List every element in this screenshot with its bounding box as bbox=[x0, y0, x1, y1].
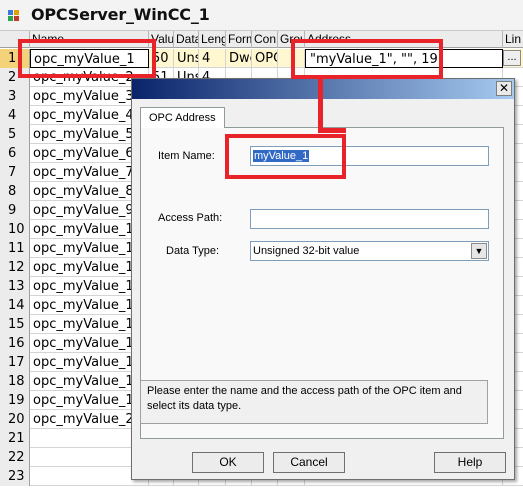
row-number[interactable]: 6 bbox=[0, 144, 30, 163]
header-corner bbox=[0, 31, 30, 48]
data-type-select[interactable]: Unsigned 32-bit value ▼ bbox=[250, 241, 489, 261]
col-header-format[interactable]: Form bbox=[226, 31, 252, 48]
cell-length[interactable]: 4 bbox=[199, 49, 226, 68]
row-number[interactable]: 5 bbox=[0, 125, 30, 144]
row-number[interactable]: 11 bbox=[0, 239, 30, 258]
chevron-down-icon[interactable]: ▼ bbox=[471, 243, 487, 259]
col-header-address[interactable]: Address bbox=[305, 31, 503, 48]
col-header-connection[interactable]: Con bbox=[252, 31, 278, 48]
row-number[interactable]: 15 bbox=[0, 315, 30, 334]
access-path-field[interactable] bbox=[250, 209, 489, 229]
row-number[interactable]: 13 bbox=[0, 277, 30, 296]
row-number[interactable]: 3 bbox=[0, 87, 30, 106]
cell-format[interactable]: Dwc bbox=[226, 49, 252, 68]
col-header-length[interactable]: Leng bbox=[199, 31, 226, 48]
row-number[interactable]: 1 bbox=[0, 49, 30, 68]
access-path-label: Access Path: bbox=[158, 212, 223, 224]
table-header: Name Valu Data Leng Form Con Grou Addres… bbox=[0, 31, 523, 48]
row-number[interactable]: 10 bbox=[0, 220, 30, 239]
row-number[interactable]: 12 bbox=[0, 258, 30, 277]
row-number[interactable]: 16 bbox=[0, 334, 30, 353]
row-number[interactable]: 22 bbox=[0, 448, 30, 467]
row-number[interactable]: 21 bbox=[0, 429, 30, 448]
row-number[interactable]: 4 bbox=[0, 106, 30, 125]
dialog-titlebar: ✕ bbox=[132, 79, 514, 99]
col-header-linear[interactable]: Lin bbox=[503, 31, 523, 48]
window-title: OPCServer_WinCC_1 bbox=[31, 5, 210, 24]
row-number[interactable]: 23 bbox=[0, 467, 30, 486]
data-type-value: Unsigned 32-bit value bbox=[253, 245, 360, 257]
window-titlebar: OPCServer_WinCC_1 bbox=[0, 0, 523, 31]
col-header-group[interactable]: Grou bbox=[278, 31, 305, 48]
cell-name[interactable]: opc_myValue_1 bbox=[30, 49, 149, 68]
opc-server-icon bbox=[8, 10, 19, 21]
row-number[interactable]: 7 bbox=[0, 163, 30, 182]
info-text: Please enter the name and the access pat… bbox=[140, 380, 488, 424]
table-row[interactable]: 1opc_myValue_150Unsi4DwcOPC "myValue_1", … bbox=[0, 49, 523, 68]
row-number[interactable]: 19 bbox=[0, 391, 30, 410]
col-header-value[interactable]: Valu bbox=[149, 31, 174, 48]
data-type-label: Data Type: bbox=[166, 245, 219, 257]
row-number[interactable]: 17 bbox=[0, 353, 30, 372]
row-number[interactable]: 9 bbox=[0, 201, 30, 220]
col-header-data-type[interactable]: Data bbox=[174, 31, 199, 48]
tab-opc-address[interactable]: OPC Address bbox=[140, 107, 225, 128]
col-header-name[interactable]: Name bbox=[30, 31, 149, 48]
cell-data-type[interactable]: Unsi bbox=[174, 49, 199, 68]
address-browse-button[interactable]: ... bbox=[503, 50, 521, 66]
cell-group[interactable] bbox=[278, 49, 305, 68]
item-name-field[interactable]: myValue_1 bbox=[250, 146, 489, 166]
cell-address[interactable]: "myValue_1", "", 19 bbox=[305, 49, 503, 68]
opc-address-dialog: ✕ OPC Address Item Name: myValue_1 Acces… bbox=[131, 78, 515, 480]
row-number[interactable]: 2 bbox=[0, 68, 30, 87]
item-name-label: Item Name: bbox=[158, 150, 215, 162]
row-number[interactable]: 18 bbox=[0, 372, 30, 391]
close-button[interactable]: ✕ bbox=[496, 81, 512, 96]
row-number[interactable]: 14 bbox=[0, 296, 30, 315]
row-number[interactable]: 20 bbox=[0, 410, 30, 429]
row-number[interactable]: 8 bbox=[0, 182, 30, 201]
ok-button[interactable]: OK bbox=[192, 452, 264, 473]
help-button[interactable]: Help bbox=[434, 452, 506, 473]
cell-connection[interactable]: OPC bbox=[252, 49, 278, 68]
cell-value[interactable]: 50 bbox=[149, 49, 174, 68]
item-name-value: myValue_1 bbox=[253, 150, 310, 162]
cancel-button[interactable]: Cancel bbox=[273, 452, 345, 473]
